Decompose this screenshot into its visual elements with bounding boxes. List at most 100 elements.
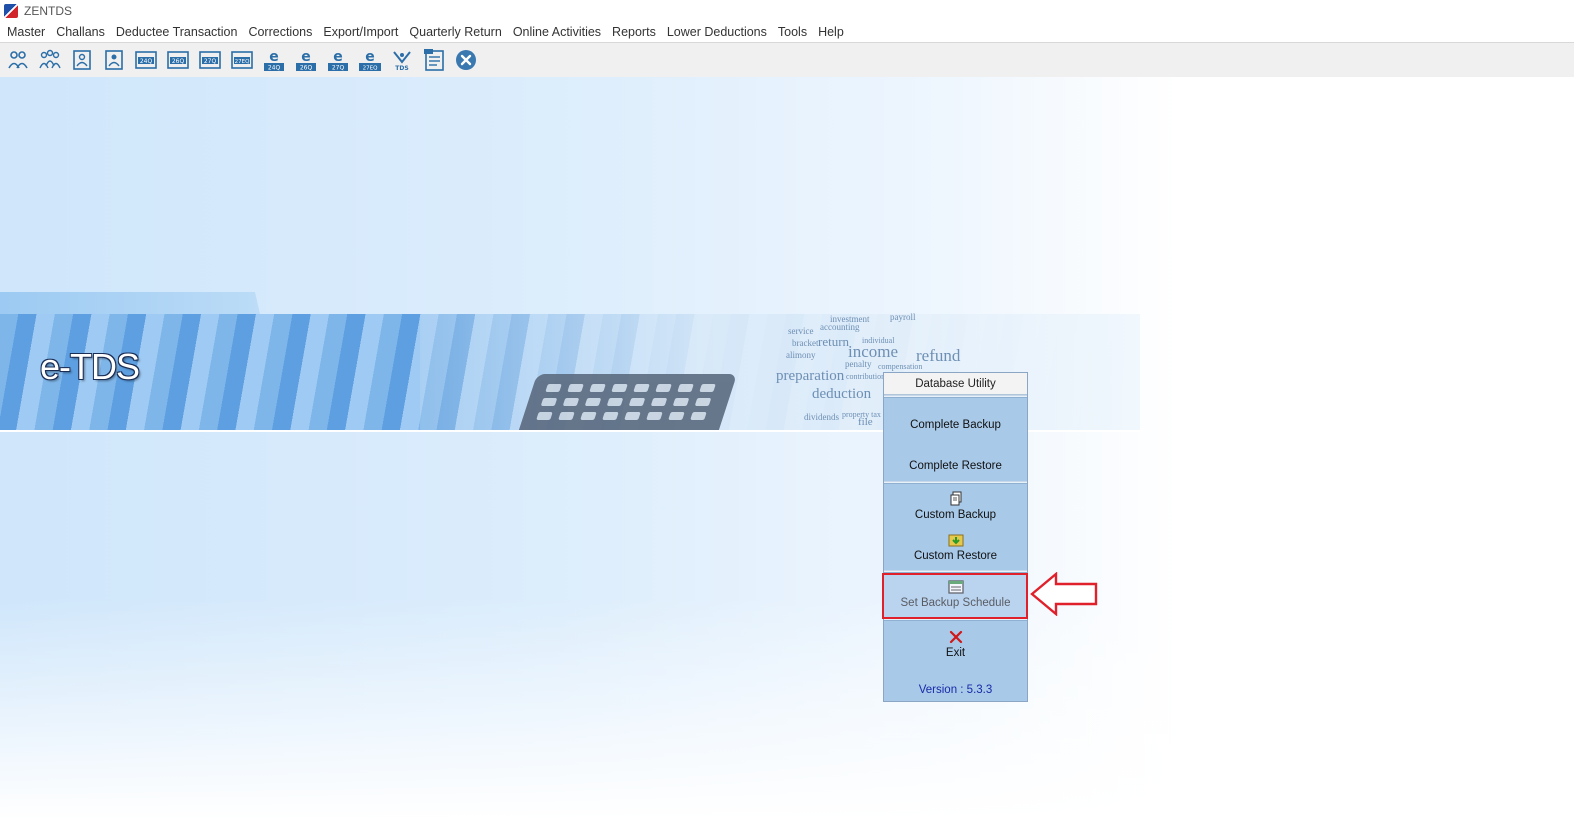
restore-folder-icon (948, 534, 963, 547)
banner-word: individual (862, 336, 895, 345)
banner-word: service (788, 326, 814, 336)
close-icon[interactable] (452, 47, 480, 73)
menu-deductee-transaction[interactable]: Deductee Transaction (111, 25, 244, 39)
tds-label: TDS (395, 65, 408, 72)
custom-backup-label: Custom Backup (914, 509, 997, 521)
deductees-icon[interactable] (36, 47, 64, 73)
menu-online-activities[interactable]: Online Activities (508, 25, 607, 39)
menu-tools[interactable]: Tools (773, 25, 813, 39)
menu-lower-deductions[interactable]: Lower Deductions (662, 25, 773, 39)
version-text: Version : 5.3.3 (918, 684, 993, 696)
app-logo-icon (4, 4, 18, 18)
form-27eq-icon[interactable]: 27EQ (228, 47, 256, 73)
form-27q-icon[interactable]: 27Q (196, 47, 224, 73)
banner-word: alimony (786, 350, 816, 360)
calculator-key (606, 398, 624, 406)
panel-divider (884, 481, 1027, 484)
banner-word: investment (830, 314, 870, 324)
custom-restore-label: Custom Restore (913, 550, 998, 562)
report-icon[interactable] (420, 47, 448, 73)
calculator-key (611, 384, 628, 392)
complete-restore-button[interactable]: Complete Restore (884, 460, 1027, 472)
e-26q-icon[interactable]: e 26Q (292, 47, 320, 73)
form-27eq-label: 27EQ (235, 59, 250, 65)
e-27eq-label: 27EQ (363, 66, 378, 72)
deductor-icon[interactable] (4, 47, 32, 73)
exit-label: Exit (945, 647, 966, 659)
workspace-background (0, 77, 1574, 820)
e-27q-label: 27Q (332, 65, 345, 72)
banner-word: penalty (845, 359, 872, 369)
form-26q-icon[interactable]: 26Q (164, 47, 192, 73)
calculator-key (558, 412, 575, 420)
banner-word: refund (916, 346, 961, 365)
svg-text:e: e (269, 49, 279, 65)
banner-word: deduction (812, 386, 872, 402)
e-24q-label: 24Q (268, 65, 281, 72)
tds-icon[interactable]: TDS (388, 47, 416, 73)
menu-quarterly-return[interactable]: Quarterly Return (404, 25, 507, 39)
calculator-key (628, 398, 646, 406)
e-24q-icon[interactable]: e 24Q (260, 47, 288, 73)
calculator-key (624, 412, 641, 420)
e-26q-label: 26Q (300, 65, 313, 72)
panel-divider (884, 395, 1027, 398)
calculator-key (567, 384, 584, 392)
menu-help[interactable]: Help (813, 25, 850, 39)
calculator-key (646, 412, 663, 420)
calculator-key (602, 412, 619, 420)
title-bar: ZENTDS (0, 0, 1574, 22)
calculator-key (545, 384, 562, 392)
calculator-key (580, 412, 597, 420)
svg-text:e: e (333, 49, 343, 65)
person-form-alt-icon[interactable] (100, 47, 128, 73)
banner-tab (0, 292, 260, 314)
menu-corrections[interactable]: Corrections (243, 25, 318, 39)
menu-export-import[interactable]: Export/Import (318, 25, 404, 39)
calculator-key (694, 398, 712, 406)
calculator-key (589, 384, 606, 392)
custom-restore-button[interactable]: Custom Restore (884, 532, 1027, 562)
copy-icon (950, 491, 961, 506)
calculator-key (690, 412, 707, 420)
complete-restore-label: Complete Restore (909, 460, 1002, 472)
menu-master[interactable]: Master (2, 25, 51, 39)
menu-bar: Master Challans Deductee Transaction Cor… (0, 22, 1574, 43)
svg-text:e: e (301, 49, 311, 65)
toolbar: 24Q 26Q 27Q 27EQ e 24Q e 26Q e 27Q e 27EQ TD… (0, 43, 1574, 77)
e-27q-icon[interactable]: e 27Q (324, 47, 352, 73)
calculator-key (540, 398, 558, 406)
banner-word: dividends (804, 412, 839, 422)
custom-backup-button[interactable]: Custom Backup (884, 491, 1027, 521)
complete-backup-label: Complete Backup (910, 419, 1001, 431)
calculator-key (668, 412, 685, 420)
database-utility-title: Database Utility (884, 373, 1027, 395)
app-title: ZENTDS (24, 4, 72, 18)
calculator-key (699, 384, 716, 392)
banner-word: preparation (776, 368, 845, 384)
e-27eq-icon[interactable]: e 27EQ (356, 47, 384, 73)
pointer-arrow-icon (1030, 572, 1098, 616)
calculator-image (518, 374, 738, 430)
exit-x-icon (949, 630, 962, 644)
banner-word: bracket (792, 338, 819, 348)
form-24q-label: 24Q (140, 58, 153, 65)
calculator-key (562, 398, 580, 406)
etds-logo: e-TDS (40, 346, 140, 387)
menu-reports[interactable]: Reports (607, 25, 662, 39)
form-27q-label: 27Q (204, 58, 217, 65)
svg-text:e: e (365, 49, 375, 65)
exit-button[interactable]: Exit (884, 629, 1027, 659)
form-24q-icon[interactable]: 24Q (132, 47, 160, 73)
banner-word: payroll (890, 312, 916, 322)
banner-word: contribution (846, 372, 886, 381)
person-form-icon[interactable] (68, 47, 96, 73)
calculator-key (536, 412, 553, 420)
menu-challans[interactable]: Challans (51, 25, 111, 39)
calculator-key (650, 398, 668, 406)
calculator-key (633, 384, 650, 392)
database-utility-panel: Database Utility Complete Backup Complet… (883, 372, 1028, 702)
complete-backup-button[interactable]: Complete Backup (884, 419, 1027, 431)
calculator-key (584, 398, 602, 406)
banner-word: return (818, 334, 850, 349)
